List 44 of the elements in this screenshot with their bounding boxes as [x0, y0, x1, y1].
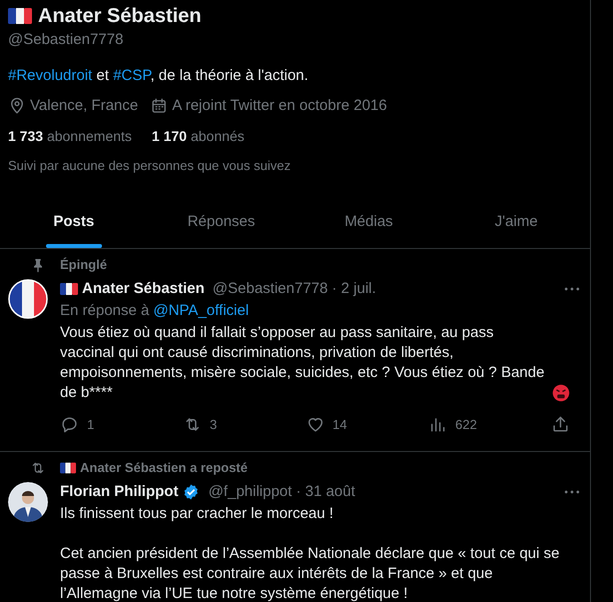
- profile-join-date: A rejoint Twitter en octobre 2016: [172, 96, 387, 116]
- profile-location: Valence, France: [30, 96, 138, 116]
- flag-icon: [60, 283, 78, 295]
- flag-icon: [60, 462, 76, 474]
- author-name[interactable]: Florian Philippot: [60, 482, 178, 502]
- post-context-label: Anater Sébastien a reposté: [80, 458, 248, 477]
- hashtag-link[interactable]: #Revoludroit: [8, 67, 92, 84]
- repost-icon: [30, 460, 46, 476]
- follow-count-link[interactable]: 1 170 abonnés: [152, 126, 244, 146]
- map-pin-icon: [8, 97, 26, 115]
- post-text: Cet ancien président de l’Assemblée Nationale déclare que « tout ce qui se passe à Bruxelles est contraire aux intérêts de la France » et que l’Allemagne via l’UE tue notre système énergétique !: [60, 544, 560, 602]
- reply-icon: [60, 415, 79, 434]
- share-icon: [551, 415, 570, 434]
- post-date[interactable]: · 2 juil.: [332, 279, 376, 299]
- like-action-button[interactable]: 14: [306, 415, 406, 434]
- repost-action-button[interactable]: 3: [182, 415, 283, 434]
- hashtag-link[interactable]: #CSP: [113, 67, 150, 84]
- profile-tab[interactable]: Posts: [0, 196, 148, 248]
- followed-by-note: Suivi par aucune des personnes que vous suivez: [8, 158, 292, 174]
- profile-handle: @Sebastien7778: [8, 30, 124, 50]
- profile-bio: #Revoludroit et #CSP, de la théorie à l'action.: [8, 66, 310, 86]
- profile-tab[interactable]: Médias: [295, 196, 442, 248]
- author-handle[interactable]: @Sebastien7778: [212, 279, 328, 299]
- profile-name: Anater Sébastien: [38, 4, 202, 28]
- post-context-label: Épinglé: [60, 256, 107, 274]
- author-name[interactable]: Anater Sébastien: [82, 279, 205, 299]
- profile-tab[interactable]: J'aime: [442, 196, 590, 248]
- profile-tab[interactable]: Réponses: [148, 196, 295, 248]
- mention-link[interactable]: @NPA_officiel: [153, 301, 249, 321]
- views-action-button[interactable]: 622: [428, 415, 528, 434]
- post-date[interactable]: · 31 août: [296, 482, 356, 502]
- post-text: Ils finissent tous par cracher le morceau !: [60, 504, 334, 524]
- post-text: Vous étiez où quand il fallait s’opposer au pass sanitaire, au pass vaccinal qui ont causé discriminations, privation de libertés, empoisonnements, misère sociale, suicides, etc ? Vous étiez où ? Bande de b****: [60, 323, 546, 403]
- reply-action-button[interactable]: 1: [60, 415, 160, 434]
- reply-to-label: En réponse à: [60, 301, 150, 321]
- verified-badge-icon: [182, 482, 200, 500]
- share-button[interactable]: [551, 415, 570, 434]
- calendar-icon: [150, 97, 168, 115]
- avatar-flag-icon[interactable]: [8, 279, 48, 319]
- flag-icon: [8, 8, 32, 24]
- author-handle[interactable]: @f_philippot: [208, 482, 292, 502]
- heart-icon: [306, 415, 324, 434]
- follow-count-link[interactable]: 1 733 abonnements: [8, 126, 132, 146]
- angry-face-icon: [552, 384, 570, 402]
